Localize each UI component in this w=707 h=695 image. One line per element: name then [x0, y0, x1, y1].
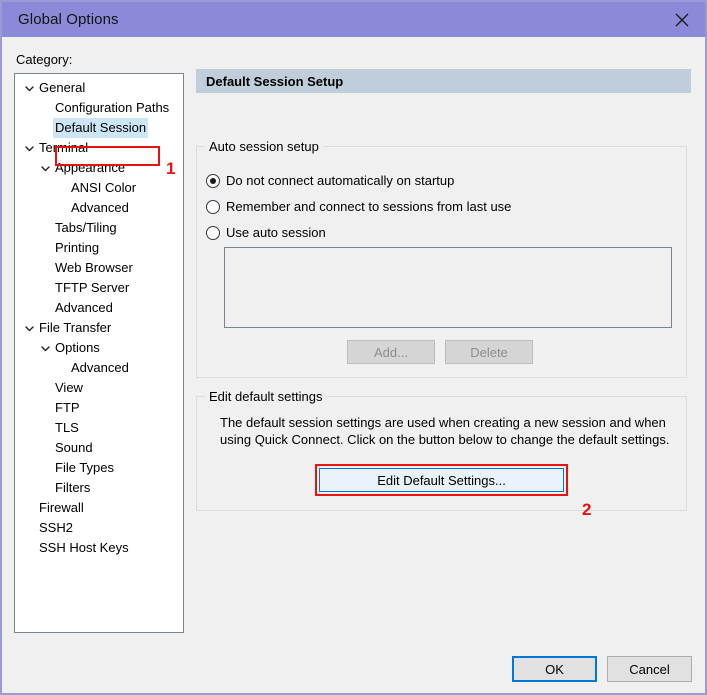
sidebar-item-label: Appearance: [55, 160, 126, 175]
category-label: Category:: [16, 52, 73, 67]
sidebar-item-label: SSH2: [39, 520, 73, 535]
edit-default-settings-description: The default session settings are used wh…: [220, 415, 670, 447]
sidebar-item-label: ANSI Color: [71, 180, 137, 195]
category-tree[interactable]: General Configuration Paths Default Sessio…: [14, 73, 184, 633]
radio-remember-sessions[interactable]: Remember and connect to sessions from la…: [206, 199, 511, 214]
sidebar-item-label: Web Browser: [55, 260, 133, 275]
sidebar-item-label: Advanced: [71, 360, 129, 375]
edit-default-settings-legend: Edit default settings: [205, 389, 327, 404]
radio-use-auto-session[interactable]: Use auto session: [206, 225, 326, 240]
window-title: Global Options: [18, 11, 119, 28]
chevron-down-icon: [37, 163, 53, 174]
sidebar-item-label: TFTP Server: [55, 280, 130, 295]
sidebar-item-view[interactable]: View: [15, 378, 183, 398]
radio-do-not-connect[interactable]: Do not connect automatically on startup: [206, 173, 454, 188]
sidebar-item-label: Firewall: [39, 500, 84, 515]
edit-default-settings-button[interactable]: Edit Default Settings...: [319, 468, 564, 492]
auto-session-list[interactable]: [224, 247, 672, 328]
sidebar-item-tls[interactable]: TLS: [15, 418, 183, 438]
category-tree-list: General Configuration Paths Default Sessio…: [15, 74, 183, 558]
radio-label: Use auto session: [226, 225, 326, 240]
sidebar-item-label: Terminal: [39, 140, 89, 155]
sidebar-item-ssh2[interactable]: SSH2: [15, 518, 183, 538]
panel-header-title: Default Session Setup: [206, 73, 344, 89]
chevron-down-icon: [21, 323, 37, 334]
global-options-dialog: Global Options Category: General Configur…: [0, 0, 707, 695]
delete-button[interactable]: Delete: [445, 340, 533, 364]
chevron-down-icon: [21, 83, 37, 94]
sidebar-item-filters[interactable]: Filters: [15, 478, 183, 498]
sidebar-item-ftp[interactable]: FTP: [15, 398, 183, 418]
sidebar-item-label: TLS: [55, 420, 79, 435]
sidebar-item-firewall[interactable]: Firewall: [15, 498, 183, 518]
title-bar: Global Options: [2, 2, 705, 37]
sidebar-item-label: Filters: [55, 480, 91, 495]
radio-indicator: [206, 199, 220, 214]
sidebar-item-web-browser[interactable]: Web Browser: [15, 258, 183, 278]
sidebar-item-label: SSH Host Keys: [39, 540, 129, 555]
sidebar-item-label: Options: [55, 340, 100, 355]
sidebar-item-general[interactable]: General: [15, 78, 183, 98]
sidebar-item-tabs-tiling[interactable]: Tabs/Tiling: [15, 218, 183, 238]
sidebar-item-label: General: [39, 80, 86, 95]
sidebar-item-label: Tabs/Tiling: [55, 220, 117, 235]
sidebar-item-label: File Transfer: [39, 320, 112, 335]
radio-label: Remember and connect to sessions from la…: [226, 199, 512, 214]
sidebar-item-label: View: [55, 380, 83, 395]
sidebar-item-advanced[interactable]: Advanced: [15, 298, 183, 318]
panel-header: Default Session Setup: [196, 69, 691, 93]
dialog-body: Category: General Configuration Paths Defa…: [2, 37, 705, 693]
sidebar-item-sound[interactable]: Sound: [15, 438, 183, 458]
sidebar-item-label: Advanced: [71, 200, 129, 215]
sidebar-item-configuration-paths[interactable]: Configuration Paths: [15, 98, 183, 118]
chevron-down-icon: [37, 343, 53, 354]
sidebar-item-label: Sound: [55, 440, 93, 455]
sidebar-item-options[interactable]: Options: [15, 338, 183, 358]
radio-label: Do not connect automatically on startup: [226, 173, 455, 188]
sidebar-item-label: Default Session: [53, 118, 149, 138]
radio-indicator: [206, 225, 220, 240]
sidebar-item-terminal[interactable]: Terminal: [15, 138, 183, 158]
sidebar-item-file-transfer[interactable]: File Transfer: [15, 318, 183, 338]
sidebar-item-label: FTP: [55, 400, 80, 415]
close-icon: [674, 12, 690, 28]
ok-button[interactable]: OK: [512, 656, 597, 682]
sidebar-item-advanced[interactable]: Advanced: [15, 198, 183, 218]
sidebar-item-tftp-server[interactable]: TFTP Server: [15, 278, 183, 298]
sidebar-item-file-types[interactable]: File Types: [15, 458, 183, 478]
close-button[interactable]: [659, 2, 705, 37]
sidebar-item-default-session[interactable]: Default Session: [15, 118, 183, 138]
sidebar-item-label: Advanced: [55, 300, 113, 315]
auto-session-setup-legend: Auto session setup: [205, 139, 323, 154]
sidebar-item-label: File Types: [55, 460, 115, 475]
radio-indicator: [206, 173, 220, 188]
sidebar-item-label: Printing: [55, 240, 100, 255]
sidebar-item-appearance[interactable]: Appearance: [15, 158, 183, 178]
sidebar-item-label: Configuration Paths: [55, 100, 170, 115]
cancel-button[interactable]: Cancel: [607, 656, 692, 682]
chevron-down-icon: [21, 143, 37, 154]
add-button[interactable]: Add...: [347, 340, 435, 364]
sidebar-item-ansi-color[interactable]: ANSI Color: [15, 178, 183, 198]
sidebar-item-advanced[interactable]: Advanced: [15, 358, 183, 378]
sidebar-item-ssh-host-keys[interactable]: SSH Host Keys: [15, 538, 183, 558]
sidebar-item-printing[interactable]: Printing: [15, 238, 183, 258]
